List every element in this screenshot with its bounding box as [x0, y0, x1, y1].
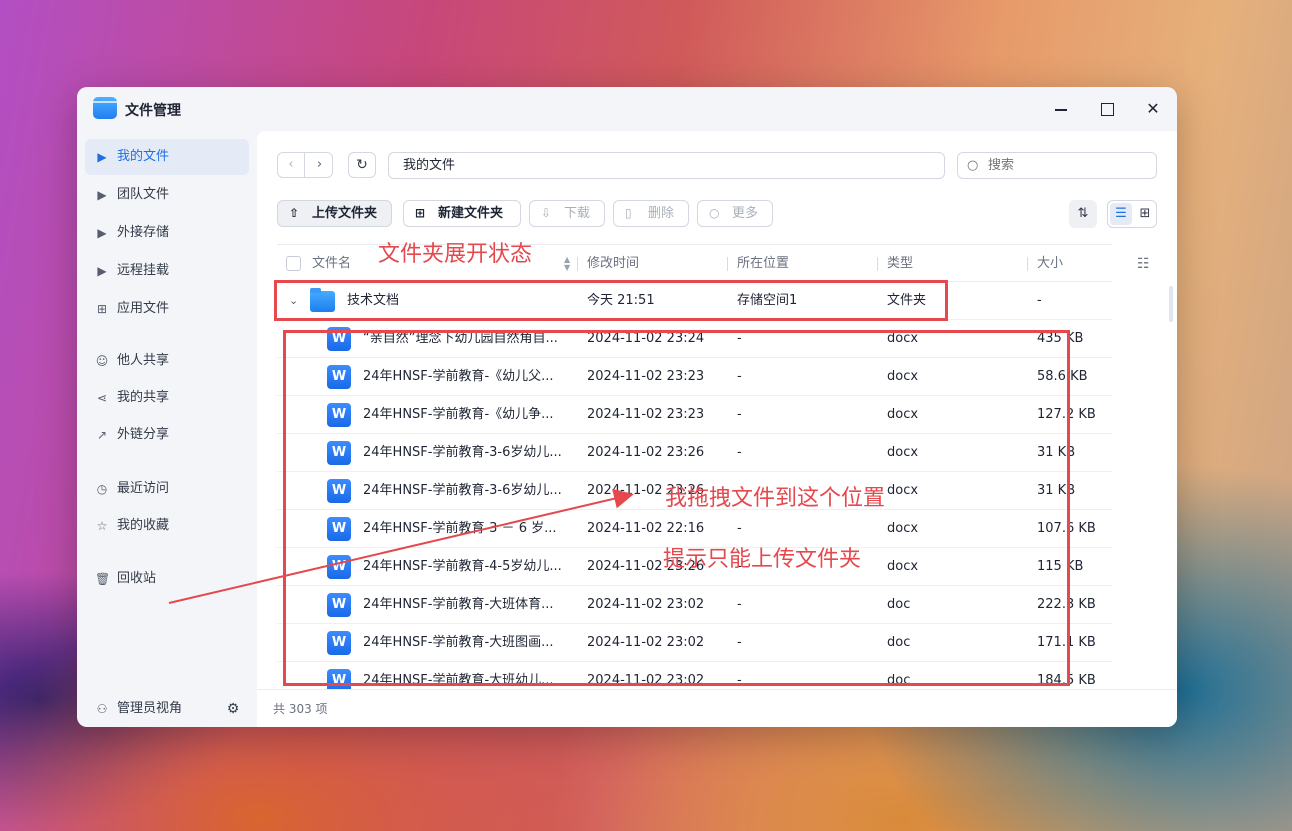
sidebar-item-trash[interactable]: 🗑 回收站 [85, 561, 249, 597]
column-divider [877, 257, 878, 271]
admin-icon: ⚇ [96, 702, 108, 716]
column-divider [727, 257, 728, 271]
external-link-icon: ↗ [96, 428, 108, 442]
caret-right-icon: ▶ [97, 264, 107, 278]
view-toggle: ☰ ⊞ [1107, 200, 1157, 228]
sidebar-item-label: 最近访问 [117, 481, 170, 496]
new-folder-icon: ⊞ [415, 206, 426, 220]
sort-button[interactable]: ⇅ [1069, 200, 1097, 228]
annotation-drag-here: 我拖拽文件到这个位置 [665, 486, 886, 511]
status-bar: 共 303 项 [257, 689, 1177, 727]
more-button[interactable]: ○ 更多 [697, 200, 773, 227]
header-time[interactable]: 修改时间 [587, 245, 639, 283]
trash-icon: ▯ [625, 206, 632, 220]
sidebar-item-label: 我的文件 [117, 149, 170, 164]
column-divider [577, 257, 578, 271]
more-label: 更多 [732, 206, 759, 221]
sidebar-item-app-files[interactable]: ⊞ 应用文件 [85, 291, 249, 327]
share-icon: ⋖ [96, 391, 108, 405]
caret-right-icon: ▶ [97, 188, 107, 202]
admin-view-label: 管理员视角 [117, 701, 183, 716]
search-input[interactable] [988, 156, 1148, 175]
select-all-checkbox[interactable] [286, 256, 301, 271]
annotation-folder-expanded: 文件夹展开状态 [378, 242, 533, 267]
sidebar-item-recent[interactable]: ◷ 最近访问 [85, 471, 249, 507]
sidebar-item-favorites[interactable]: ☆ 我的收藏 [85, 508, 249, 544]
grid-view-icon[interactable]: ⊞ [1134, 203, 1156, 225]
users-icon: ☺ [95, 354, 109, 368]
caret-right-icon: ▶ [97, 226, 107, 240]
refresh-button[interactable]: ↻ [348, 152, 376, 178]
annotation-hint: 提示只能上传文件夹 [663, 547, 862, 572]
download-button[interactable]: ⇩ 下载 [529, 200, 605, 227]
download-icon: ⇩ [541, 206, 552, 220]
close-button[interactable]: ✕ [1141, 97, 1165, 121]
clock-icon: ◷ [96, 482, 108, 496]
sidebar-item-my-files[interactable]: ▶ 我的文件 [85, 139, 249, 175]
delete-button[interactable]: ▯ 删除 [613, 200, 689, 227]
sidebar: ▶ 我的文件 ▶ 团队文件 ▶ 外接存储 ▶ 远程挂载 ⊞ 应用文件 ☺ 他人共… [77, 131, 257, 727]
new-folder-button[interactable]: ⊞ 新建文件夹 [403, 200, 521, 227]
sidebar-item-label: 他人共享 [117, 353, 170, 368]
sort-updown-icon[interactable]: ▲ ▼ [564, 256, 570, 272]
delete-label: 删除 [648, 206, 675, 221]
header-location[interactable]: 所在位置 [737, 245, 789, 283]
header-type[interactable]: 类型 [887, 245, 913, 283]
sidebar-item-label: 远程挂载 [117, 263, 170, 278]
sidebar-item-label: 回收站 [117, 571, 157, 586]
sidebar-item-external-storage[interactable]: ▶ 外接存储 [85, 215, 249, 251]
trash-icon: 🗑 [95, 572, 111, 586]
admin-view-button[interactable]: ⚇ 管理员视角 [85, 691, 205, 727]
sidebar-item-team-files[interactable]: ▶ 团队文件 [85, 177, 249, 213]
download-label: 下载 [564, 206, 591, 221]
apps-icon: ⊞ [96, 302, 108, 316]
gear-icon[interactable]: ⚙ [223, 691, 243, 727]
back-button[interactable]: ‹ [278, 153, 305, 177]
column-settings-icon[interactable]: ☷ [1137, 256, 1150, 272]
sidebar-item-my-shares[interactable]: ⋖ 我的共享 [85, 380, 249, 416]
maximize-button[interactable] [1095, 97, 1119, 121]
header-size[interactable]: 大小 [1037, 245, 1063, 283]
search-icon: ○ [967, 158, 979, 173]
sidebar-item-label: 我的收藏 [117, 518, 170, 533]
header-name[interactable]: 文件名 [312, 245, 351, 283]
sidebar-item-label: 我的共享 [117, 390, 170, 405]
upload-icon: ⇧ [289, 206, 300, 220]
search-box: ○ [957, 152, 1157, 179]
minimize-button[interactable] [1049, 97, 1073, 121]
nav-buttons: ‹ › [277, 152, 333, 178]
caret-right-icon: ▶ [97, 150, 107, 164]
new-folder-label: 新建文件夹 [438, 206, 504, 221]
sidebar-item-label: 应用文件 [117, 301, 170, 316]
sidebar-item-link-share[interactable]: ↗ 外链分享 [85, 417, 249, 453]
sidebar-item-label: 外链分享 [117, 427, 170, 442]
file-size: - [1037, 293, 1042, 308]
annotation-folder-box [274, 280, 948, 321]
app-title: 文件管理 [125, 103, 181, 119]
title-bar: 文件管理 ✕ [77, 87, 1177, 131]
forward-button[interactable]: › [306, 153, 333, 177]
scrollbar[interactable] [1169, 286, 1173, 322]
upload-folder-label: 上传文件夹 [312, 206, 378, 221]
folder-app-icon [93, 97, 117, 119]
sidebar-item-label: 外接存储 [117, 225, 170, 240]
column-divider [1027, 257, 1028, 271]
more-icon: ○ [709, 206, 720, 220]
star-icon: ☆ [96, 519, 108, 533]
path-bar[interactable]: 我的文件 [388, 152, 945, 179]
item-count: 共 303 项 [273, 702, 328, 716]
upload-folder-button[interactable]: ⇧ 上传文件夹 [277, 200, 392, 227]
sidebar-item-shared-with-me[interactable]: ☺ 他人共享 [85, 343, 249, 379]
sidebar-footer: ⚇ 管理员视角 ⚙ [77, 691, 257, 727]
sidebar-item-remote-mount[interactable]: ▶ 远程挂载 [85, 253, 249, 289]
sidebar-item-label: 团队文件 [117, 187, 170, 202]
list-view-icon[interactable]: ☰ [1110, 203, 1132, 225]
